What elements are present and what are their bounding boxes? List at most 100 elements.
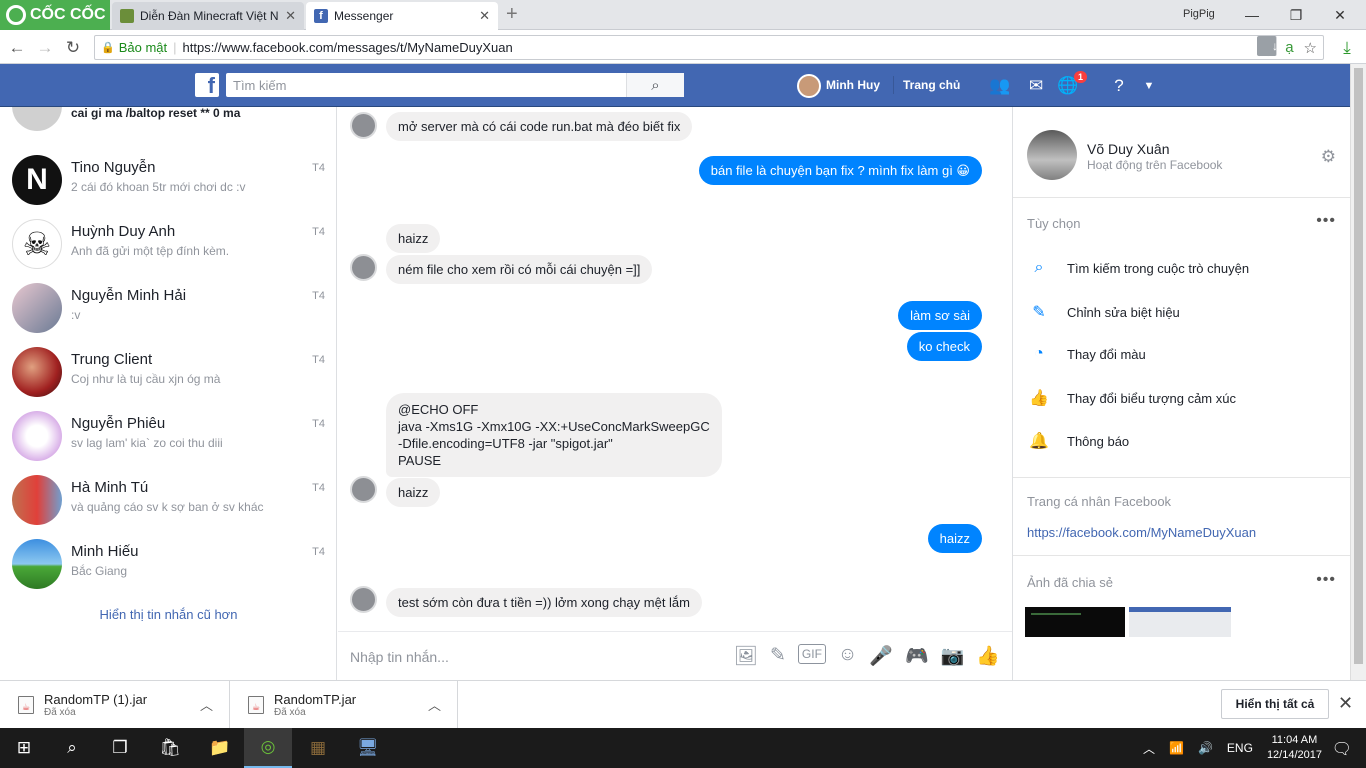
shared-photos-title[interactable]: Ảnh đã chia sẻ [1027, 575, 1113, 590]
file-explorer-icon[interactable]: 📁 [196, 728, 244, 768]
conversation-name: Trung Client [71, 351, 153, 368]
tab-title: Diễn Đàn Minecraft Việt N [140, 9, 279, 23]
option-edit-nickname[interactable]: ✎ Chỉnh sửa biệt hiệu [1029, 302, 1179, 322]
download-video-icon[interactable]: ↓ [1256, 36, 1278, 56]
options-title[interactable]: Tùy chọn [1027, 216, 1080, 231]
option-change-color[interactable]: ◔ Thay đổi màu [1029, 345, 1146, 363]
more-options-icon[interactable]: ••• [1316, 571, 1336, 589]
emoji-icon[interactable]: ☺ [838, 644, 857, 668]
account-menu-chevron-icon[interactable]: ▼ [1138, 75, 1160, 97]
search-placeholder[interactable]: Tìm kiếm [233, 78, 286, 93]
option-search-conversation[interactable]: ⌕ Tìm kiếm trong cuộc trò chuyện [1029, 259, 1250, 277]
clock[interactable]: 11:04 AM 12/14/2017 [1267, 733, 1322, 763]
coccoc-logo[interactable]: CỐC CỐC [0, 0, 110, 30]
microphone-icon[interactable]: 🎤 [869, 644, 893, 668]
home-link[interactable]: Trang chủ [903, 78, 960, 92]
friend-requests-icon[interactable]: 👥 [989, 75, 1011, 97]
close-downloads-icon[interactable]: ✕ [1338, 693, 1353, 714]
gif-icon[interactable]: GIF [797, 644, 826, 664]
search-icon[interactable]: ⌕ [626, 73, 684, 97]
url-text[interactable]: https://www.facebook.com/messages/t/MyNa… [183, 40, 513, 55]
contact-name[interactable]: Võ Duy Xuân [1087, 141, 1170, 157]
conversation-item[interactable]: Nguyễn Minh Hải :v T4 [0, 275, 336, 339]
option-notifications[interactable]: 🔔 Thông báo [1029, 431, 1129, 451]
windows-start-icon[interactable]: ⊞ [0, 728, 48, 768]
conversation-item[interactable]: N Tino Nguyễn 2 cái đó khoan 5tr mới chơ… [0, 147, 336, 211]
conversation-preview: và quảng cáo sv k sợ ban ở sv khác [71, 500, 264, 514]
back-button[interactable]: ← [4, 31, 30, 64]
reload-button[interactable]: ↻ [60, 31, 86, 64]
conversation-item[interactable]: cai gi ma /baltop reset ** 0 ma [0, 107, 336, 137]
show-hidden-icons-chevron-icon[interactable]: ︿ [1143, 740, 1155, 757]
photo-icon[interactable]: 🖼 [734, 644, 758, 668]
jar-file-icon: ☕ [248, 696, 264, 714]
windows-taskbar: ⊞ ⌕ ❐ 🛍 📁 ◎ ▦ 🖥 ︿ 📶 🔊 ENG 11:04 AM 12/14… [0, 728, 1366, 768]
user-name-link[interactable]: Minh Huy [826, 78, 880, 92]
conversation-time: T4 [312, 354, 325, 366]
network-app-icon[interactable]: 🖥 [344, 728, 392, 768]
incoming-message: haizz [386, 224, 441, 253]
close-tab-icon[interactable]: ✕ [285, 8, 296, 24]
new-tab-button[interactable]: + [506, 3, 518, 26]
shared-photo-thumbnail[interactable] [1129, 607, 1231, 637]
browser-tab-minecraft-forum[interactable]: Diễn Đàn Minecraft Việt N ✕ [112, 2, 304, 30]
close-window-button[interactable]: ✕ [1318, 0, 1362, 30]
maximize-button[interactable]: ❐ [1274, 0, 1318, 30]
user-avatar[interactable] [797, 74, 821, 98]
facebook-logo[interactable]: f [195, 73, 219, 97]
coccoc-browser-icon[interactable]: ◎ [244, 728, 292, 768]
url-field[interactable]: 🔒 Bảo mật | https://www.facebook.com/mes… [94, 35, 1324, 60]
action-center-icon[interactable]: 🗨 [1332, 739, 1352, 759]
shared-photo-thumbnail[interactable] [1025, 607, 1125, 637]
message-input[interactable]: Nhập tin nhắn... [350, 649, 449, 665]
profile-link[interactable]: https://facebook.com/MyNameDuyXuan [1027, 525, 1256, 540]
contact-avatar [350, 586, 377, 613]
show-older-messages-link[interactable]: Hiển thị tin nhắn cũ hơn [0, 607, 336, 622]
download-item[interactable]: ☕ RandomTP.jar Đã xóa ︿ [230, 681, 458, 729]
conversation-item[interactable]: Nguyễn Phiêu sv lag lam' kia` zo coi thu… [0, 403, 336, 467]
browser-tab-messenger[interactable]: f Messenger ✕ [306, 2, 498, 30]
camera-icon[interactable]: 📷 [941, 644, 965, 668]
search-icon[interactable]: ⌕ [48, 728, 96, 768]
chevron-up-icon[interactable]: ︿ [428, 695, 441, 714]
clock-time: 11:04 AM [1271, 734, 1318, 746]
game-controller-icon[interactable]: 🎮 [905, 644, 929, 668]
messenger-icon[interactable]: ✉ [1025, 75, 1047, 97]
tab-title: Messenger [334, 9, 394, 23]
volume-icon[interactable]: 🔊 [1198, 741, 1213, 755]
option-change-emoji[interactable]: 👍 Thay đổi biểu tượng cảm xúc [1029, 388, 1236, 408]
downloads-icon[interactable]: ⤓ [1334, 31, 1360, 64]
help-icon[interactable]: ? [1108, 75, 1130, 97]
conversation-item[interactable]: ☠ Huỳnh Duy Anh Anh đã gửi một tệp đính … [0, 211, 336, 275]
settings-gear-icon[interactable]: ⚙ [1321, 147, 1336, 167]
download-status: Đã xóa [274, 707, 306, 718]
task-view-icon[interactable]: ❐ [96, 728, 144, 768]
thumbs-up-icon[interactable]: 👍 [976, 644, 1000, 668]
language-indicator[interactable]: ENG [1227, 741, 1253, 755]
facebook-search[interactable]: Tìm kiếm ⌕ [226, 73, 684, 97]
download-info: RandomTP.jar Đã xóa [274, 692, 356, 718]
wifi-icon[interactable]: 📶 [1169, 741, 1184, 755]
close-tab-icon[interactable]: ✕ [479, 8, 490, 24]
download-item[interactable]: ☕ RandomTP (1).jar Đã xóa ︿ [0, 681, 230, 729]
show-all-downloads-button[interactable]: Hiển thị tất cả [1221, 689, 1329, 719]
page-scrollbar[interactable] [1350, 64, 1366, 680]
conversation-item[interactable]: Trung Client Coj như là tuj cầu xjn óg m… [0, 339, 336, 403]
profile-name[interactable]: PigPig [1183, 8, 1215, 20]
bookmark-star-icon[interactable]: ☆ [1304, 39, 1317, 57]
minimize-button[interactable]: — [1230, 0, 1274, 30]
chevron-up-icon[interactable]: ︿ [200, 695, 213, 714]
bell-icon: 🔔 [1029, 433, 1049, 450]
translate-icon[interactable]: ạ [1285, 39, 1293, 56]
minecraft-icon[interactable]: ▦ [294, 728, 342, 768]
more-options-icon[interactable]: ••• [1316, 212, 1336, 230]
forward-button[interactable]: → [32, 31, 58, 64]
store-icon[interactable]: 🛍 [146, 728, 194, 768]
scrollbar-thumb[interactable] [1354, 68, 1363, 664]
sticker-icon[interactable]: ✎ [770, 644, 786, 668]
conversation-item[interactable]: Hà Minh Tú và quảng cáo sv k sợ ban ở sv… [0, 467, 336, 531]
avatar: ☠ [12, 219, 62, 269]
avatar [12, 411, 62, 461]
contact-profile-avatar[interactable] [1027, 130, 1077, 180]
conversation-item[interactable]: Minh Hiếu Bắc Giang T4 [0, 531, 336, 595]
